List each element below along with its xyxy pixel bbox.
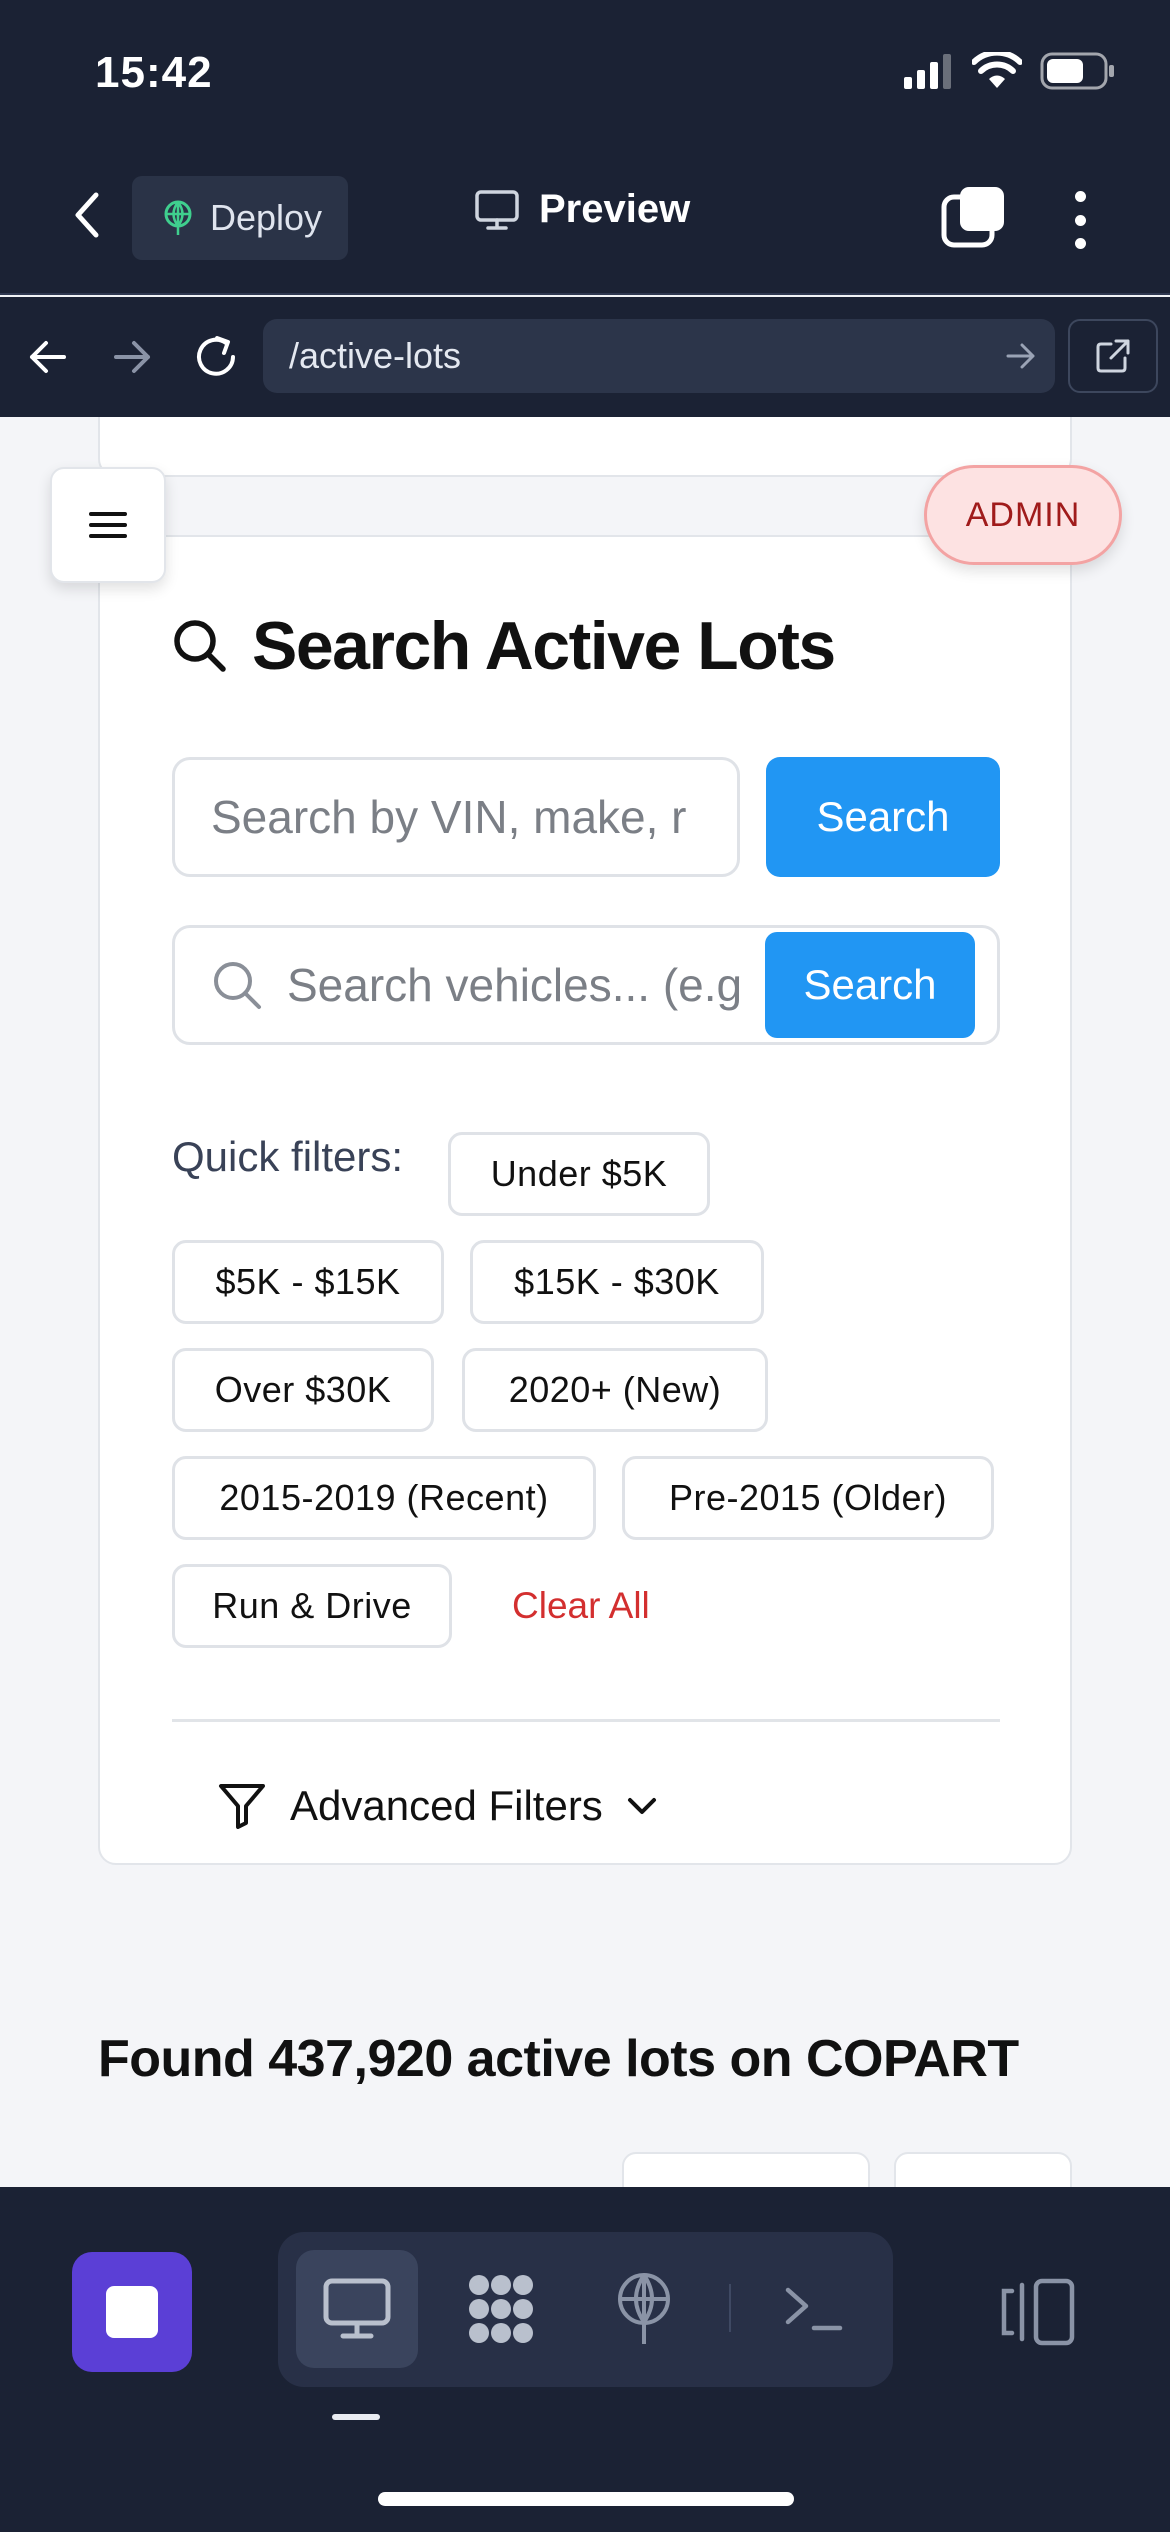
preview-tool-button[interactable] (296, 2250, 418, 2368)
tool-separator (729, 2284, 731, 2332)
nav-forward-button[interactable] (102, 327, 162, 387)
previous-card (98, 417, 1072, 477)
filter-chip-run-drive[interactable]: Run & Drive (172, 1564, 452, 1648)
vin-search-button[interactable]: Search (766, 757, 1000, 877)
more-vertical-icon[interactable] (1060, 187, 1100, 253)
search-card: Search Active Lots Search Search Quick f… (98, 535, 1072, 1865)
back-button[interactable] (62, 185, 112, 245)
filter-chip-under-5k[interactable]: Under $5K (448, 1132, 710, 1216)
advanced-filters-label: Advanced Filters (290, 1782, 603, 1829)
filter-chip-2015-2019[interactable]: 2015-2019 (Recent) (172, 1456, 596, 1540)
console-tool-button[interactable] (753, 2250, 875, 2368)
monitor-icon (475, 189, 519, 230)
wifi-icon (972, 52, 1022, 88)
url-text: /active-lots (289, 335, 462, 376)
deploy-icon (618, 2273, 670, 2344)
nav-back-button[interactable] (18, 327, 78, 387)
vin-search-input[interactable] (172, 757, 740, 877)
stop-icon (106, 2286, 158, 2338)
url-field[interactable]: /active-lots (263, 319, 1055, 393)
open-external-button[interactable] (1068, 319, 1158, 393)
signal-icon (904, 54, 951, 89)
bottom-toolbar (0, 2187, 1170, 2532)
quick-filters-label: Quick filters: (172, 1133, 404, 1180)
deploy-tool-button[interactable] (583, 2250, 705, 2368)
external-link-icon (1096, 339, 1130, 373)
vehicle-search-box: Search (172, 925, 1000, 1045)
deploy-icon (164, 200, 192, 235)
filter-icon (219, 1784, 265, 1829)
vehicle-search-button[interactable]: Search (765, 932, 975, 1038)
layout-toggle-button[interactable] (1000, 2277, 1076, 2347)
arrow-left-icon (30, 341, 66, 373)
divider (172, 1719, 1000, 1722)
card-title-text: Search Active Lots (252, 608, 836, 684)
card-title: Search Active Lots (172, 607, 836, 685)
results-count: Found 437,920 active lots on COPART (98, 2030, 1019, 2088)
go-arrow-icon[interactable] (1005, 337, 1037, 375)
chevron-down-icon (627, 1798, 656, 1814)
sort-control[interactable] (622, 2152, 870, 2187)
filter-chip-5k-15k[interactable]: $5K - $15K (172, 1240, 444, 1324)
arrow-right-icon (114, 341, 150, 373)
reload-icon (197, 336, 235, 376)
nodes-icon (469, 2275, 533, 2343)
url-bar: /active-lots (0, 297, 1170, 417)
reload-button[interactable] (186, 327, 246, 387)
stop-button[interactable] (72, 2252, 192, 2372)
filter-chip-15k-30k[interactable]: $15K - $30K (470, 1240, 764, 1324)
terminal-icon (785, 2287, 843, 2331)
status-bar: 15:42 (0, 0, 1170, 145)
workflow-tool-button[interactable] (440, 2250, 562, 2368)
search-icon (214, 962, 261, 1009)
preview-title: Preview (475, 187, 690, 232)
vehicle-search-input[interactable] (287, 958, 747, 1012)
preview-label: Preview (539, 187, 691, 231)
layout-icon (1001, 2278, 1075, 2346)
status-time: 15:42 (95, 48, 213, 97)
deploy-label: Deploy (210, 197, 323, 238)
admin-badge[interactable]: ADMIN (924, 465, 1122, 565)
tool-switcher (278, 2232, 893, 2387)
page-content: Search Active Lots Search Search Quick f… (0, 417, 1170, 2187)
filter-chip-over-30k[interactable]: Over $30K (172, 1348, 434, 1432)
view-control[interactable] (894, 2152, 1072, 2187)
filter-chip-2020-new[interactable]: 2020+ (New) (462, 1348, 768, 1432)
active-tool-indicator (332, 2414, 380, 2420)
battery-icon (1040, 52, 1114, 90)
deploy-button[interactable]: Deploy (132, 176, 348, 260)
advanced-filters-toggle[interactable]: Advanced Filters (218, 1782, 657, 1830)
filter-chip-pre-2015[interactable]: Pre-2015 (Older) (622, 1456, 994, 1540)
tabs-icon (941, 187, 1004, 248)
app-toolbar: Deploy Preview (0, 145, 1170, 295)
monitor-icon (323, 2278, 391, 2339)
home-indicator (378, 2492, 794, 2506)
tabs-button[interactable] (940, 185, 1006, 251)
menu-icon (89, 512, 127, 538)
status-icons (904, 52, 1116, 90)
search-icon (174, 620, 226, 672)
clear-all-link[interactable]: Clear All (512, 1564, 650, 1648)
hamburger-menu-button[interactable] (50, 467, 166, 583)
chevron-left-icon (75, 192, 99, 238)
